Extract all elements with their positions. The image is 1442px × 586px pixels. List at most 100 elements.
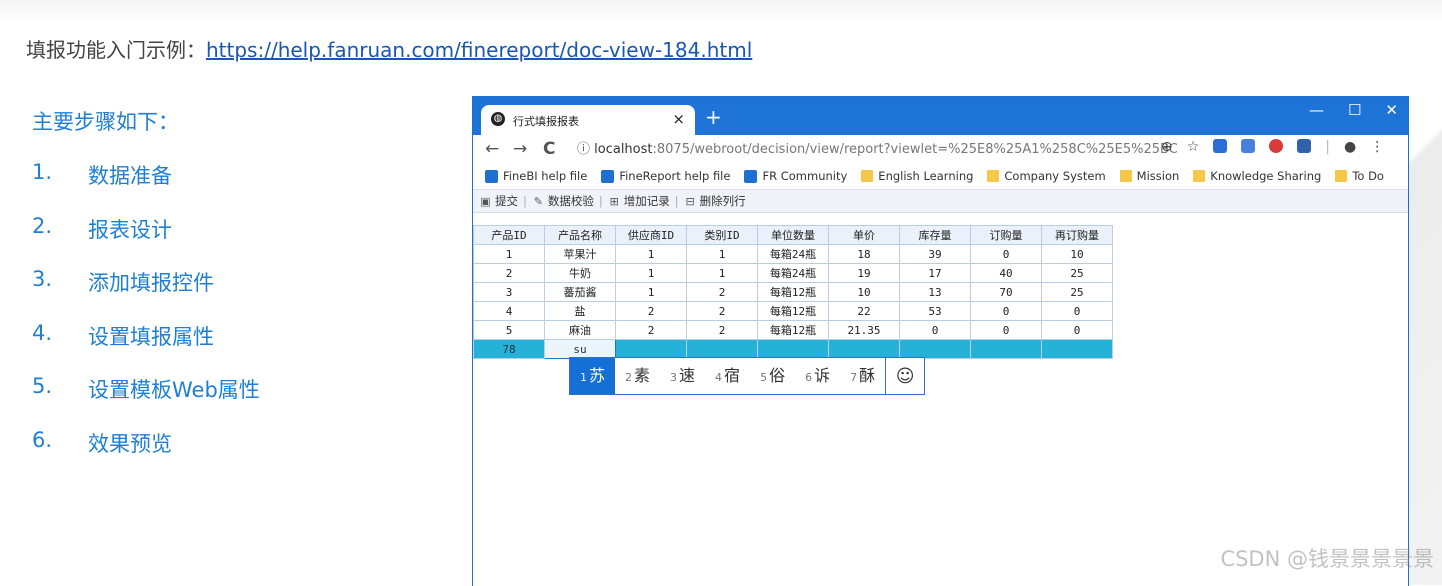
table-cell[interactable]: 2 xyxy=(615,301,687,321)
bookmark-knowledge-sharing[interactable]: Knowledge Sharing xyxy=(1193,169,1321,183)
table-cell[interactable]: 2 xyxy=(615,320,687,340)
table-cell[interactable]: 21.35 xyxy=(828,320,900,340)
table-cell[interactable]: 25 xyxy=(1041,263,1113,283)
emoji-icon[interactable]: ☺ xyxy=(885,358,924,394)
new-tab-button[interactable]: + xyxy=(705,105,722,129)
table-cell[interactable] xyxy=(686,339,758,359)
table-cell[interactable]: 0 xyxy=(970,244,1042,264)
table-cell[interactable]: 2 xyxy=(686,320,758,340)
bookmark-to-do[interactable]: To Do xyxy=(1335,169,1384,183)
table-cell[interactable]: 0 xyxy=(899,320,971,340)
table-cell[interactable]: 盐 xyxy=(544,301,616,321)
submit-button[interactable]: ▣ 提交 xyxy=(475,193,522,209)
table-cell[interactable] xyxy=(828,339,900,359)
table-cell[interactable]: 2 xyxy=(686,301,758,321)
table-cell[interactable]: 1 xyxy=(615,244,687,264)
table-cell[interactable]: 每箱24瓶 xyxy=(757,244,829,264)
bookmark-fr-community[interactable]: FR Community xyxy=(744,169,847,183)
reload-button[interactable]: C xyxy=(543,139,555,159)
editing-cell[interactable]: su xyxy=(544,339,616,359)
table-cell[interactable]: 1 xyxy=(615,282,687,302)
table-cell[interactable]: 0 xyxy=(1041,301,1113,321)
ime-candidate[interactable]: 4宿 xyxy=(705,358,750,394)
ime-candidate[interactable]: 2素 xyxy=(615,358,660,394)
table-cell[interactable]: 每箱24瓶 xyxy=(757,263,829,283)
table-cell[interactable]: 1 xyxy=(686,263,758,283)
table-cell[interactable]: 78 xyxy=(473,339,545,359)
ime-candidate[interactable]: 5俗 xyxy=(750,358,795,394)
account-icon[interactable]: ● xyxy=(1344,139,1356,155)
table-cell[interactable]: 0 xyxy=(970,320,1042,340)
table-cell[interactable]: 蕃茄酱 xyxy=(544,282,616,302)
table-cell[interactable] xyxy=(615,339,687,359)
table-cell[interactable]: 1 xyxy=(686,244,758,264)
verify-button[interactable]: ✎ 数据校验 xyxy=(528,193,598,209)
table-cell[interactable]: 麻油 xyxy=(544,320,616,340)
bookmark-finebi[interactable]: FineBI help file xyxy=(485,169,587,183)
ime-candidate[interactable]: 3速 xyxy=(660,358,705,394)
url-rest: :8075/webroot/decision/view/report?viewl… xyxy=(652,142,1178,157)
table-cell[interactable]: 70 xyxy=(970,282,1042,302)
table-cell[interactable]: 3 xyxy=(473,282,545,302)
minimize-button[interactable]: — xyxy=(1309,101,1324,119)
table-cell[interactable]: 22 xyxy=(828,301,900,321)
zoom-icon[interactable]: ⊕ xyxy=(1161,139,1173,155)
table-cell[interactable]: 13 xyxy=(899,282,971,302)
globe-icon: ◍ xyxy=(491,112,505,126)
forward-button[interactable]: → xyxy=(513,139,527,159)
back-button[interactable]: ← xyxy=(485,139,499,159)
table-cell[interactable]: 17 xyxy=(899,263,971,283)
close-button[interactable]: ✕ xyxy=(1385,101,1398,119)
table-cell[interactable]: 2 xyxy=(686,282,758,302)
table-cell[interactable]: 2 xyxy=(473,263,545,283)
bookmark-english-learning[interactable]: English Learning xyxy=(861,169,973,183)
table-cell[interactable]: 40 xyxy=(970,263,1042,283)
button-label: 数据校验 xyxy=(547,194,594,208)
doc-link[interactable]: https://help.fanruan.com/finereport/doc-… xyxy=(206,38,752,62)
translate-icon[interactable] xyxy=(1241,139,1256,153)
table-cell[interactable] xyxy=(899,339,971,359)
table-cell[interactable]: 苹果汁 xyxy=(544,244,616,264)
table-cell[interactable]: 0 xyxy=(970,301,1042,321)
tab-close-icon[interactable]: × xyxy=(672,110,685,128)
table-cell[interactable] xyxy=(970,339,1042,359)
table-cell[interactable]: 牛奶 xyxy=(544,263,616,283)
table-cell[interactable]: 25 xyxy=(1041,282,1113,302)
address-bar[interactable]: ⓘ localhost:8075/webroot/decision/view/r… xyxy=(577,138,1177,160)
ime-candidate[interactable]: 7酥 xyxy=(840,358,885,394)
ime-candidate[interactable]: 1苏 xyxy=(570,358,616,394)
divider: | xyxy=(674,194,679,208)
table-cell[interactable] xyxy=(1041,339,1113,359)
extension-icon[interactable] xyxy=(1297,139,1312,153)
maximize-button[interactable]: ☐ xyxy=(1348,101,1361,119)
bookmark-company-system[interactable]: Company System xyxy=(987,169,1106,183)
table-cell[interactable]: 19 xyxy=(828,263,900,283)
menu-icon[interactable]: ⋮ xyxy=(1370,139,1384,155)
delete-row-button[interactable]: ⊟ 删除列行 xyxy=(680,193,750,209)
table-cell[interactable]: 每箱12瓶 xyxy=(757,301,829,321)
candidate-number: 7 xyxy=(850,371,858,384)
table-cell[interactable]: 18 xyxy=(828,244,900,264)
table-cell[interactable]: 1 xyxy=(615,263,687,283)
table-cell[interactable]: 39 xyxy=(899,244,971,264)
save-icon: ▣ xyxy=(480,194,491,208)
table-cell[interactable]: 10 xyxy=(1041,244,1113,264)
bookmark-mission[interactable]: Mission xyxy=(1119,169,1179,183)
table-cell[interactable]: 每箱12瓶 xyxy=(757,320,829,340)
table-cell[interactable]: 1 xyxy=(473,244,545,264)
bookmark-finereport[interactable]: FineReport help file xyxy=(601,169,730,183)
table-cell[interactable] xyxy=(757,339,829,359)
extension-icon[interactable] xyxy=(1269,139,1284,153)
star-icon[interactable]: ☆ xyxy=(1187,139,1200,155)
folder-icon xyxy=(1193,170,1206,182)
table-cell[interactable]: 53 xyxy=(899,301,971,321)
table-cell[interactable]: 10 xyxy=(828,282,900,302)
table-cell[interactable]: 每箱12瓶 xyxy=(757,282,829,302)
table-cell[interactable]: 5 xyxy=(473,320,545,340)
add-record-button[interactable]: ⊞ 增加记录 xyxy=(604,193,674,209)
table-cell[interactable]: 4 xyxy=(473,301,545,321)
extension-icon[interactable] xyxy=(1213,139,1228,153)
browser-tab[interactable]: ◍ 行式填报报表 × xyxy=(481,105,695,135)
ime-candidate[interactable]: 6诉 xyxy=(795,358,840,394)
table-cell[interactable]: 0 xyxy=(1041,320,1113,340)
